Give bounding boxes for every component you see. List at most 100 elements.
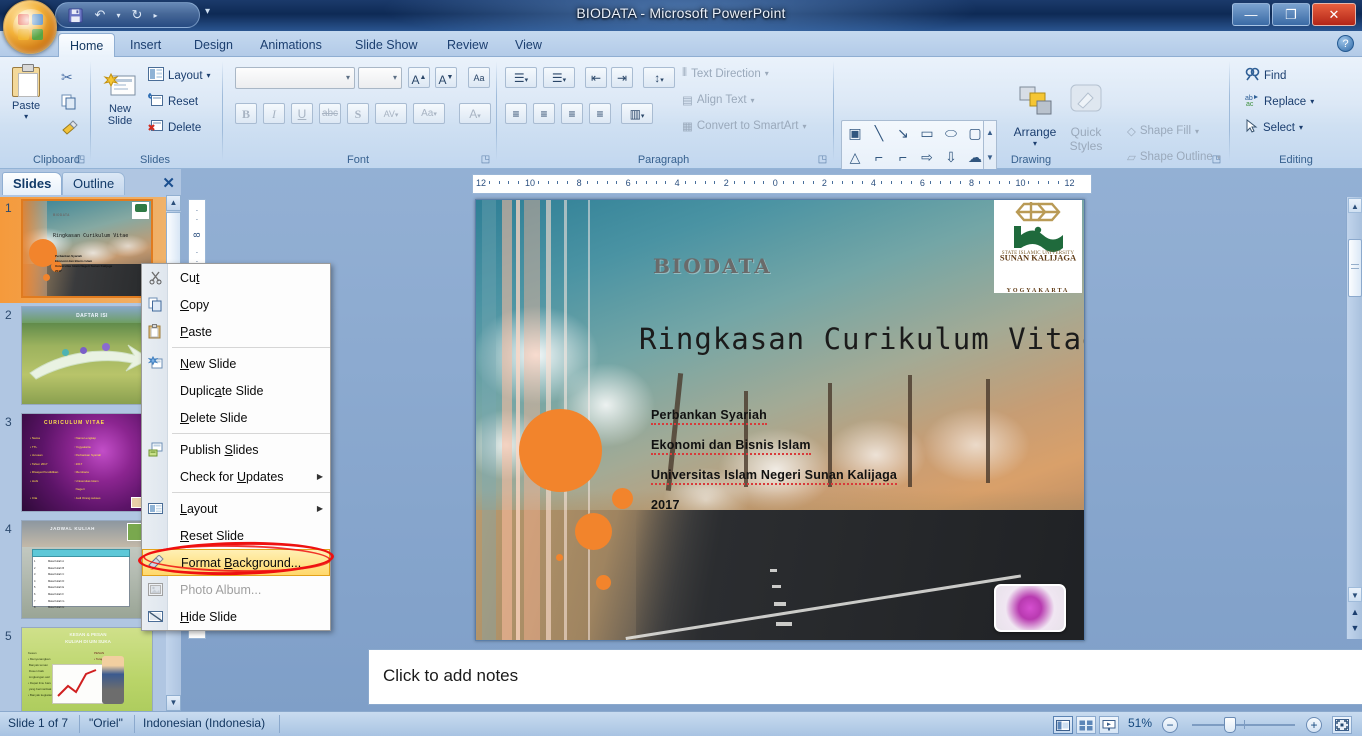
thumbnail-image-1[interactable]: BIODATA Ringkasan Curikulum Vitae Perban… [21, 199, 153, 298]
thumbnail-slide-5[interactable]: 5 KESAN & PESAN KULIAH DI UIN SUKA Kesan •… [0, 625, 166, 711]
thumbnail-image-3[interactable]: CURICULUM VITAE • Nama • TTL • Jurusan • Ta… [21, 413, 153, 512]
paragraph-dialog-launcher[interactable]: ◳ [817, 154, 828, 165]
context-menu-item-copy[interactable]: Copy [142, 291, 330, 318]
align-text-button[interactable]: ▤ Align Text ▾ [679, 92, 758, 108]
customize-qat-icon[interactable]: ▾ [205, 6, 210, 17]
status-slide-counter[interactable]: Slide 1 of 7 [8, 716, 68, 730]
fit-slide-icon[interactable] [1332, 716, 1352, 734]
replace-button[interactable]: ab ac Replace ▾ [1242, 92, 1317, 111]
horizontal-ruler[interactable]: 12 10 8 6 4 2 0 2 4 6 8 10 12 [472, 174, 1092, 194]
context-menu-item-format-background[interactable]: Format Background... [142, 549, 330, 576]
context-menu-item-hide-slide[interactable]: Hide Slide [142, 603, 330, 630]
context-menu-item-publish-slides[interactable]: Publish Slides [142, 436, 330, 463]
arrange-button[interactable]: Arrange ▾ [1006, 86, 1064, 150]
context-menu-item-new-slide[interactable]: New Slide [142, 350, 330, 377]
rose-image[interactable] [994, 584, 1066, 632]
slide-sorter-icon[interactable] [1076, 716, 1096, 734]
line-shape-icon[interactable]: ╲ [869, 123, 889, 143]
tab-view[interactable]: View [504, 33, 553, 57]
help-icon[interactable]: ? [1337, 35, 1354, 52]
tab-outline[interactable]: Outline [62, 172, 126, 195]
zoom-slider-thumb[interactable] [1224, 717, 1236, 733]
undo-dropdown-icon[interactable]: ▾ [114, 5, 123, 25]
slide-canvas[interactable]: STATE ISLAMIC UNIVERSITY SUNAN KALIJAGA … [475, 199, 1085, 641]
justify-button[interactable]: ≡ [589, 103, 611, 124]
align-left-button[interactable]: ≡ [505, 103, 527, 124]
delete-slide-button[interactable]: Delete [145, 118, 204, 137]
context-menu-item-cut[interactable]: Cut [142, 264, 330, 291]
status-theme[interactable]: "Oriel" [89, 716, 123, 730]
select-button[interactable]: Select ▾ [1242, 118, 1306, 137]
panel-scroll-down-icon[interactable]: ▼ [166, 695, 181, 711]
new-slide-button[interactable]: New Slide [101, 69, 139, 129]
clear-formatting-button[interactable]: Aa [468, 67, 490, 88]
copy-button[interactable] [58, 93, 80, 114]
cloud-shape-icon[interactable]: ☁ [965, 147, 985, 167]
shrink-font-button[interactable]: A▼ [435, 67, 457, 88]
grow-font-button[interactable]: A▲ [408, 67, 430, 88]
redo-dropdown-icon[interactable]: ▸ [151, 5, 160, 25]
strikethrough-button[interactable]: abc [319, 103, 341, 124]
tab-review[interactable]: Review [436, 33, 499, 57]
slide-vertical-scrollbar[interactable]: ▲ ▼ ▲ ▼ [1346, 197, 1362, 639]
tab-slide-show[interactable]: Slide Show [344, 33, 429, 57]
oval-shape-icon[interactable]: ⬭ [941, 123, 961, 143]
quick-styles-button[interactable]: Quick Styles [1063, 84, 1109, 155]
zoom-in-button[interactable]: + [1306, 717, 1322, 733]
zoom-out-button[interactable]: − [1162, 717, 1178, 733]
undo-icon[interactable]: ↶ [89, 5, 111, 25]
reset-button[interactable]: Reset [145, 92, 201, 111]
textbox-shape-icon[interactable]: ▣ [845, 123, 865, 143]
context-menu-item-check-for-updates[interactable]: Check for Updates ▶ [142, 463, 330, 490]
maximize-button[interactable]: ❐ [1272, 3, 1310, 26]
notes-pane[interactable]: Click to add notes [368, 649, 1362, 705]
tab-home[interactable]: Home [58, 33, 116, 57]
close-button[interactable]: ✕ [1312, 3, 1356, 26]
font-dialog-launcher[interactable]: ◳ [480, 154, 491, 165]
increase-indent-button[interactable]: ⇥ [611, 67, 633, 88]
bold-button[interactable]: B [235, 103, 257, 124]
save-icon[interactable] [64, 5, 86, 25]
thumbnail-image-4[interactable]: JADWAL KULIAH 12345678 Mata Kuliah A Mata… [21, 520, 153, 619]
slide-show-icon[interactable] [1099, 716, 1119, 734]
context-menu-item-layout[interactable]: Layout ▶ [142, 495, 330, 522]
align-right-button[interactable]: ≡ [561, 103, 583, 124]
context-menu-item-paste[interactable]: Paste [142, 318, 330, 345]
slide-title-text[interactable]: Ringkasan Curikulum Vitae [639, 322, 1084, 356]
shape-outline-button[interactable]: ▱ Shape Outline ▾ [1124, 149, 1224, 165]
scroll-down-icon[interactable]: ▼ [1348, 587, 1362, 602]
previous-slide-icon[interactable]: ▲ [1348, 605, 1362, 619]
character-spacing-button[interactable]: AV▾ [375, 103, 407, 124]
thumbnail-image-2[interactable]: DAFTAR ISI [21, 306, 153, 405]
cut-button[interactable]: ✂ [58, 68, 76, 87]
bullets-button[interactable]: ☰▾ [505, 67, 537, 88]
elbow-connector-shape-icon[interactable]: ⌐ [869, 147, 889, 167]
tab-animations[interactable]: Animations [249, 33, 333, 57]
right-arrow-shape-icon[interactable]: ⇨ [917, 147, 937, 167]
shapes-scroll-up-icon[interactable]: ▲ [984, 121, 996, 145]
slide-context-menu[interactable]: Cut Copy Paste New Slide Duplicate Slide Dele… [141, 263, 331, 631]
font-name-input[interactable]: ▾ [235, 67, 355, 89]
line-spacing-button[interactable]: ↕▾ [643, 67, 675, 88]
close-panel-icon[interactable]: ✕ [162, 174, 175, 192]
shapes-scroll-down-icon[interactable]: ▼ [984, 146, 996, 170]
italic-button[interactable]: I [263, 103, 285, 124]
change-case-button[interactable]: Aa▾ [413, 103, 445, 124]
align-center-button[interactable]: ≡ [533, 103, 555, 124]
shape-fill-button[interactable]: ◇ Shape Fill ▾ [1124, 123, 1202, 139]
scroll-thumb[interactable] [1348, 239, 1362, 297]
elbow-arrow-connector-shape-icon[interactable]: ⌐ [893, 147, 913, 167]
office-button[interactable] [3, 0, 57, 54]
layout-button[interactable]: Layout ▾ [145, 66, 214, 85]
clipboard-dialog-launcher[interactable]: ◳ [75, 154, 86, 165]
down-arrow-shape-icon[interactable]: ⇩ [941, 147, 961, 167]
zoom-level-label[interactable]: 51% [1128, 716, 1152, 730]
normal-view-icon[interactable] [1053, 716, 1073, 734]
scroll-up-icon[interactable]: ▲ [1348, 198, 1362, 213]
context-menu-item-duplicate-slide[interactable]: Duplicate Slide [142, 377, 330, 404]
triangle-shape-icon[interactable]: △ [845, 147, 865, 167]
decrease-indent-button[interactable]: ⇤ [585, 67, 607, 88]
status-language[interactable]: Indonesian (Indonesia) [143, 716, 265, 730]
redo-icon[interactable]: ↻ [126, 5, 148, 25]
columns-button[interactable]: ▥▾ [621, 103, 653, 124]
